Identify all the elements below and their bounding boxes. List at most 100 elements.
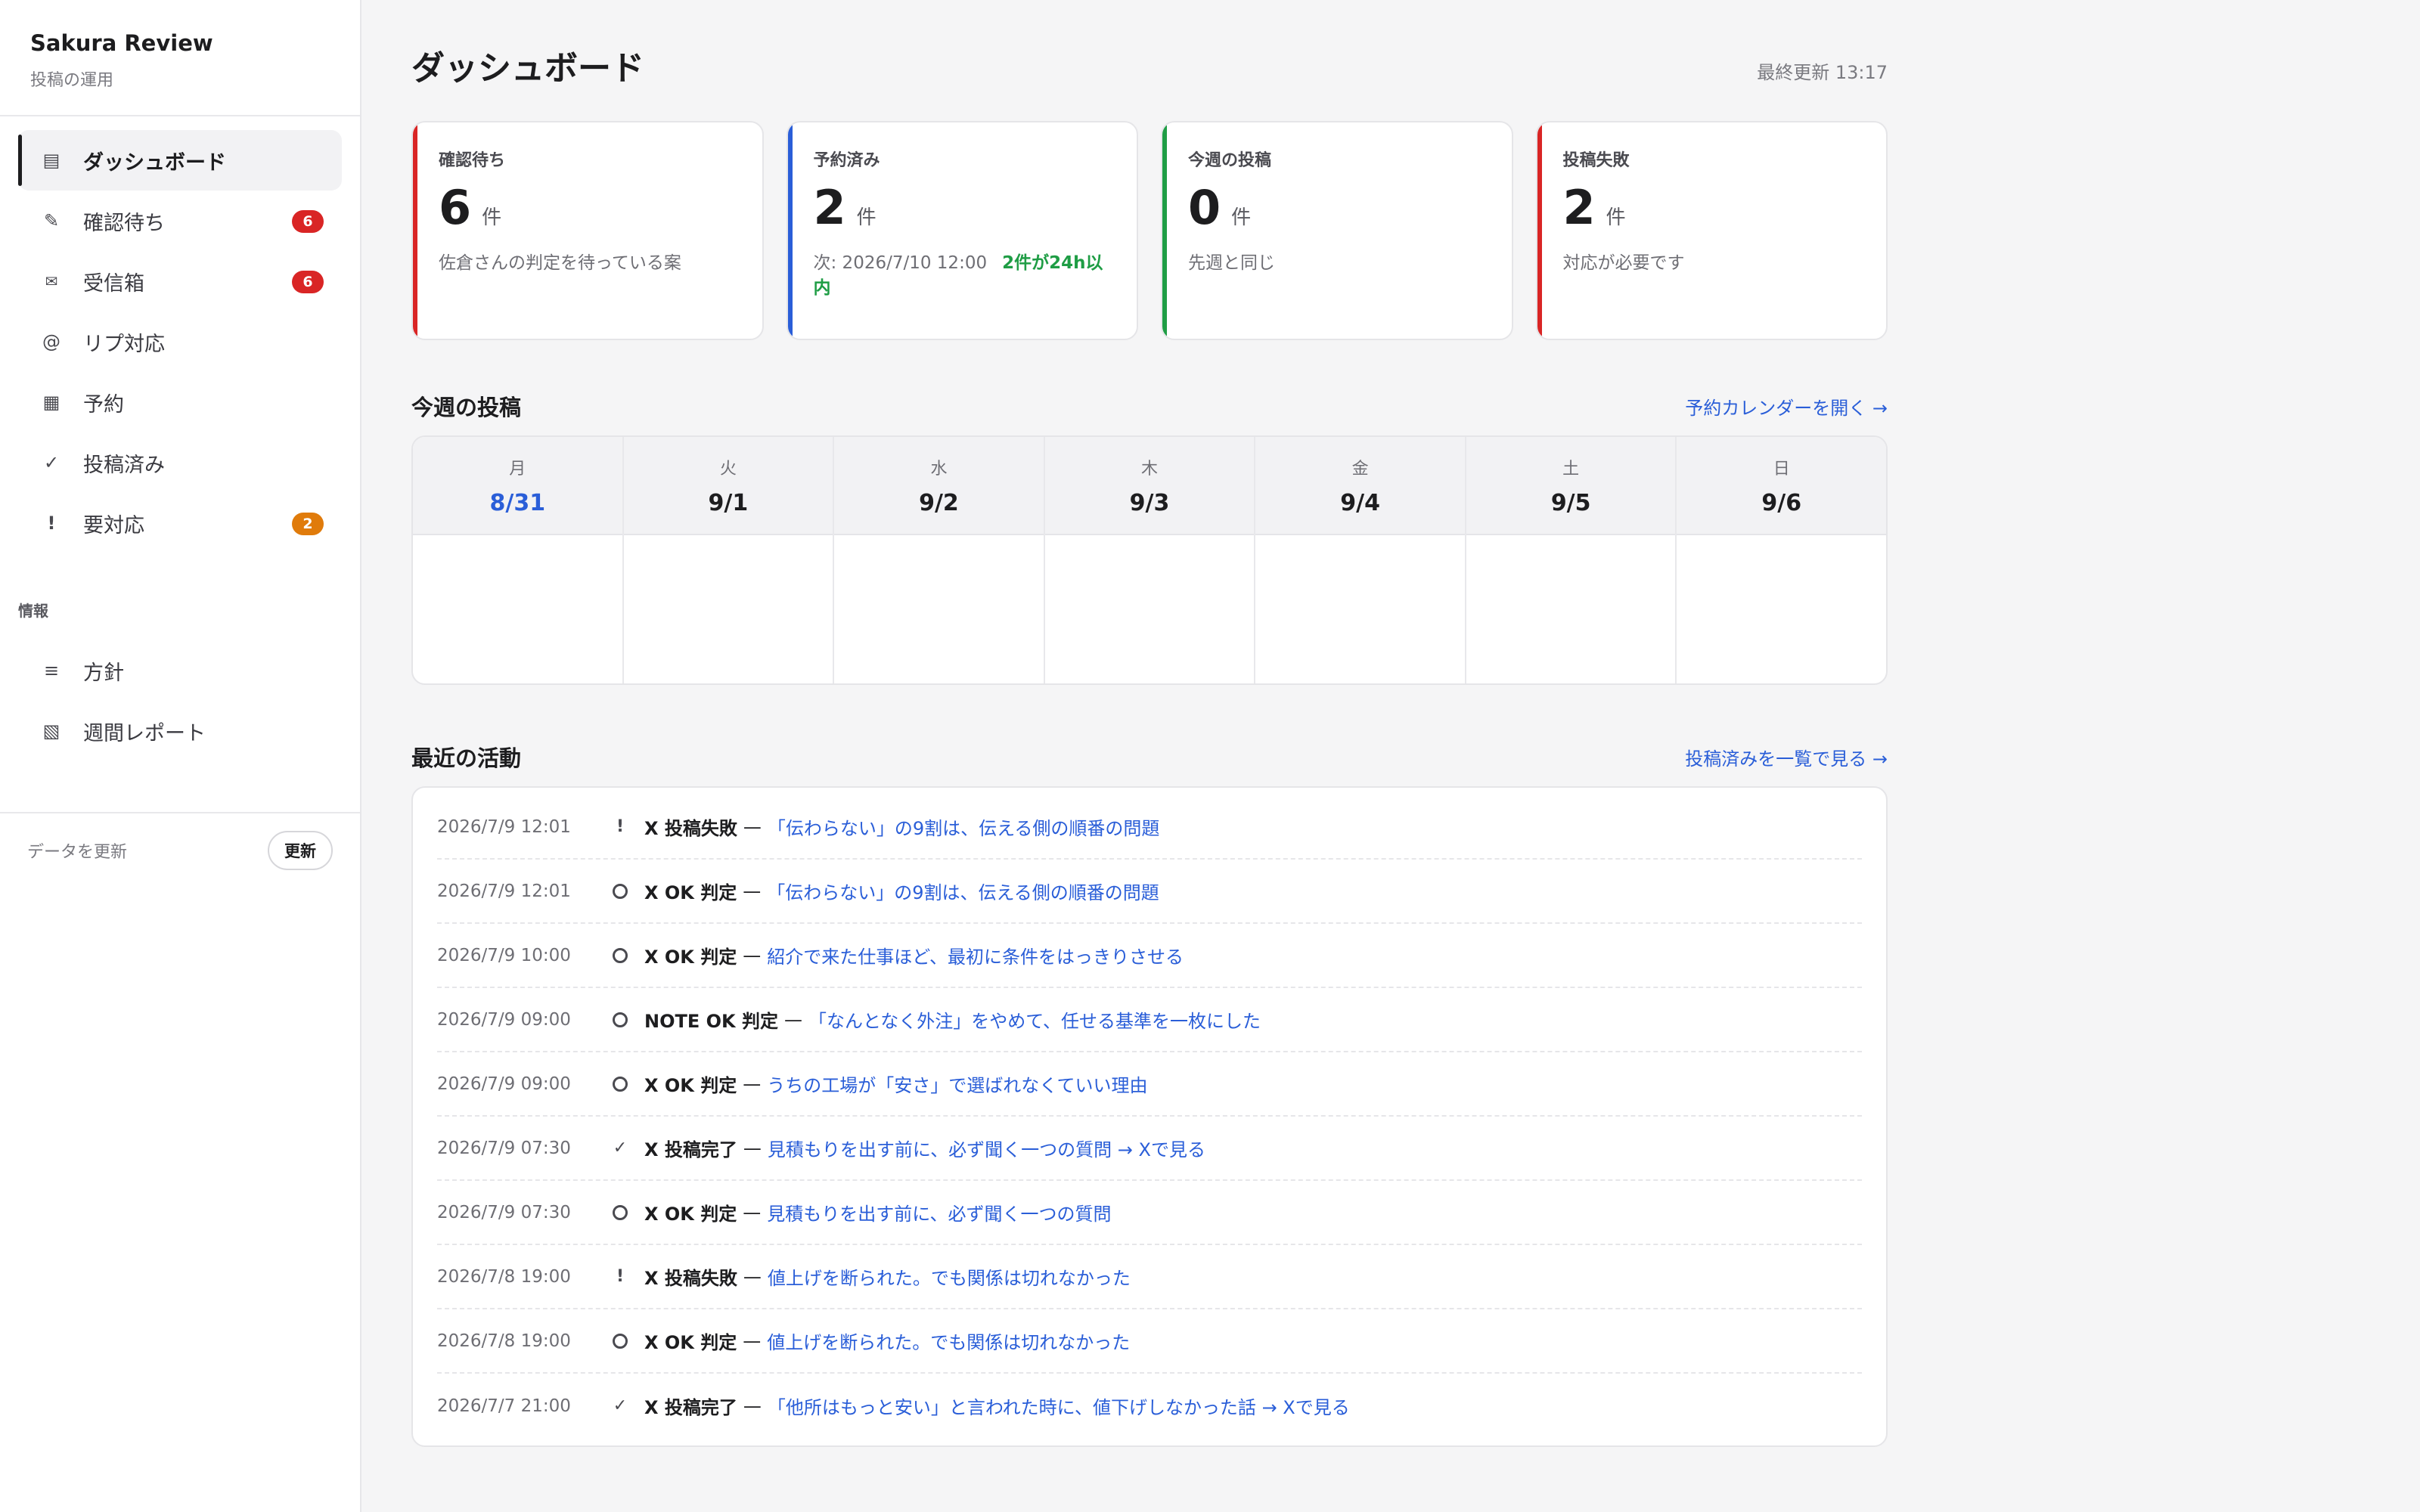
card-label: 確認待ち <box>439 151 506 170</box>
day-date: 9/5 <box>1550 490 1591 516</box>
circle-icon <box>613 1076 628 1092</box>
sidebar-footer: データを更新 更新 <box>0 812 360 888</box>
check-icon: ✓ <box>613 1396 628 1415</box>
view-posted-list-link[interactable]: 投稿済みを一覧で見る → <box>1685 744 1888 770</box>
day-date: 9/2 <box>919 490 959 516</box>
activity-separator: — <box>743 1073 762 1095</box>
day-date: 9/3 <box>1129 490 1170 516</box>
exclamation-icon: ! <box>47 513 56 534</box>
sidebar-item-policy[interactable]: ≡ 方針 <box>18 640 342 701</box>
sidebar-item-label: 受信箱 <box>83 271 144 296</box>
at-icon: @ <box>42 331 60 352</box>
info-section-label: 情報 <box>18 602 48 620</box>
brand-subtitle: 投稿の運用 <box>30 71 114 90</box>
activity-time: 2026/7/9 12:01 <box>437 881 571 901</box>
sidebar-item-posted[interactable]: ✓ 投稿済み <box>18 432 342 493</box>
activity-separator: — <box>743 1137 762 1159</box>
activity-section-title: 最近の活動 <box>411 745 522 771</box>
activity-label: X OK 判定 <box>644 947 737 968</box>
sidebar-item-pending-review[interactable]: ✎ 確認待ち 6 <box>18 191 342 251</box>
exclamation-icon: ! <box>616 817 625 836</box>
activity-time: 2026/7/9 12:01 <box>437 816 571 837</box>
brand-title: Sakura Review <box>30 30 213 56</box>
activity-label: X OK 判定 <box>644 882 737 903</box>
activity-row: 2026/7/9 09:00 X OK 判定 — うちの工場が「安さ」で選ばれな… <box>437 1052 1862 1117</box>
sidebar-item-label: 投稿済み <box>83 453 165 477</box>
day-date: 9/6 <box>1761 490 1802 516</box>
day-column-thu[interactable]: 木 9/3 <box>1044 437 1256 683</box>
activity-label: X 投稿完了 <box>644 1397 737 1418</box>
card-post-failures[interactable]: 投稿失敗 2 件 対応が必要です <box>1535 121 1888 340</box>
activity-separator: — <box>743 880 762 902</box>
card-subtext: 対応が必要です <box>1562 253 1685 273</box>
sidebar-item-inbox[interactable]: ✉ 受信箱 6 <box>18 251 342 311</box>
activity-post-link[interactable]: 見積もりを出す前に、必ず聞く一つの質問 <box>767 1199 1111 1225</box>
activity-label: NOTE OK 判定 <box>644 1011 778 1032</box>
activity-section-header: 最近の活動 投稿済みを一覧で見る → <box>411 726 1888 786</box>
main-content: ダッシュボード 最終更新 13:17 確認待ち 6 件 佐倉さんの判定を待ってい… <box>411 0 1888 1447</box>
card-scheduled[interactable]: 予約済み 2 件 次: 2026/7/10 12:00 2件が24h以内 <box>786 121 1138 340</box>
day-name: 木 <box>1141 460 1159 479</box>
activity-time: 2026/7/9 10:00 <box>437 945 571 965</box>
page-title: ダッシュボード <box>411 49 644 88</box>
card-unit: 件 <box>1231 206 1252 229</box>
sidebar-item-label: 週間レポート <box>83 721 206 745</box>
activity-post-link[interactable]: 「他所はもっと安い」と言われた時に、値下げしなかった話 → Xで見る <box>768 1393 1350 1419</box>
sidebar-item-replies[interactable]: @ リプ対応 <box>18 311 342 372</box>
activity-post-link[interactable]: 紹介で来た仕事ほど、最初に条件をはっきりさせる <box>767 942 1184 968</box>
open-calendar-link[interactable]: 予約カレンダーを開く → <box>1685 393 1888 420</box>
week-calendar: 月 8/31 火 9/1 水 9/2 木 9/3 金 9/4 土 9/5 日 9/6 <box>411 435 1888 685</box>
activity-post-link[interactable]: 「伝わらない」の9割は、伝える側の順番の問題 <box>767 878 1159 904</box>
day-column-wed[interactable]: 水 9/2 <box>834 437 1045 683</box>
activity-row: 2026/7/9 12:01 ! X 投稿失敗 — 「伝わらない」の9割は、伝え… <box>437 795 1862 860</box>
sidebar-item-label: 確認待ち <box>83 211 165 235</box>
day-name: 日 <box>1773 460 1790 479</box>
day-column-sun[interactable]: 日 9/6 <box>1677 437 1886 683</box>
sidebar-item-label: リプ対応 <box>83 332 165 356</box>
activity-label: X 投稿失敗 <box>644 818 737 839</box>
day-column-sat[interactable]: 土 9/5 <box>1466 437 1677 683</box>
refresh-button[interactable]: 更新 <box>268 831 333 870</box>
card-subtext: 次: 2026/7/10 12:00 2件が24h以内 <box>813 253 1103 299</box>
activity-post-link[interactable]: 見積もりを出す前に、必ず聞く一つの質問 → Xで見る <box>768 1135 1205 1161</box>
count-badge: 6 <box>292 271 324 293</box>
day-name: 月 <box>509 460 526 479</box>
activity-separator: — <box>783 1009 802 1030</box>
activity-time: 2026/7/9 07:30 <box>437 1202 571 1222</box>
circle-icon <box>613 947 628 963</box>
card-weekly-posts[interactable]: 今週の投稿 0 件 先週と同じ <box>1161 121 1513 340</box>
brand: Sakura Review 投稿の運用 <box>0 0 360 116</box>
activity-post-link[interactable]: 値上げを断られた。でも関係は切れなかった <box>767 1328 1130 1354</box>
summary-cards: 確認待ち 6 件 佐倉さんの判定を待っている案 予約済み 2 件 次: 2026… <box>411 121 1888 340</box>
card-value: 2 <box>813 180 846 235</box>
sidebar-item-weekly-report[interactable]: ▧ 週間レポート <box>18 701 342 761</box>
activity-separator: — <box>743 1201 762 1223</box>
sidebar-item-dashboard[interactable]: ▤ ダッシュボード <box>18 130 342 191</box>
activity-label: X 投稿完了 <box>644 1139 737 1160</box>
circle-icon <box>613 883 628 899</box>
activity-label: X 投稿失敗 <box>644 1268 737 1289</box>
sidebar-item-action-required[interactable]: ! 要対応 2 <box>18 493 342 553</box>
sidebar: Sakura Review 投稿の運用 ▤ ダッシュボード ✎ 確認待ち 6 ✉… <box>0 0 361 1512</box>
activity-separator: — <box>743 1266 762 1287</box>
card-unit: 件 <box>856 206 876 229</box>
activity-post-link[interactable]: 値上げを断られた。でも関係は切れなかった <box>768 1263 1131 1290</box>
report-icon: ▧ <box>42 720 60 742</box>
main-nav: ▤ ダッシュボード ✎ 確認待ち 6 ✉ 受信箱 6 @ リプ対応 ▦ 予約 ✓… <box>0 116 360 761</box>
card-unit: 件 <box>1606 206 1626 229</box>
week-section-title: 今週の投稿 <box>411 395 522 420</box>
day-column-fri[interactable]: 金 9/4 <box>1255 437 1466 683</box>
activity-label: X OK 判定 <box>644 1075 737 1096</box>
day-column-tue[interactable]: 火 9/1 <box>623 437 835 683</box>
exclamation-icon: ! <box>616 1267 625 1286</box>
activity-post-link[interactable]: 「なんとなく外注」をやめて、任せる基準を一枚にした <box>808 1006 1261 1033</box>
activity-separator: — <box>743 816 762 838</box>
sidebar-item-schedule[interactable]: ▦ 予約 <box>18 372 342 432</box>
activity-post-link[interactable]: うちの工場が「安さ」で選ばれなくていい理由 <box>767 1070 1147 1097</box>
card-pending-review[interactable]: 確認待ち 6 件 佐倉さんの判定を待っている案 <box>411 121 764 340</box>
week-section-header: 今週の投稿 予約カレンダーを開く → <box>411 375 1888 435</box>
envelope-icon: ✉ <box>45 272 58 290</box>
activity-row: 2026/7/9 12:01 X OK 判定 — 「伝わらない」の9割は、伝える… <box>437 860 1862 924</box>
day-column-mon[interactable]: 月 8/31 <box>413 437 624 683</box>
activity-post-link[interactable]: 「伝わらない」の9割は、伝える側の順番の問題 <box>768 813 1160 840</box>
